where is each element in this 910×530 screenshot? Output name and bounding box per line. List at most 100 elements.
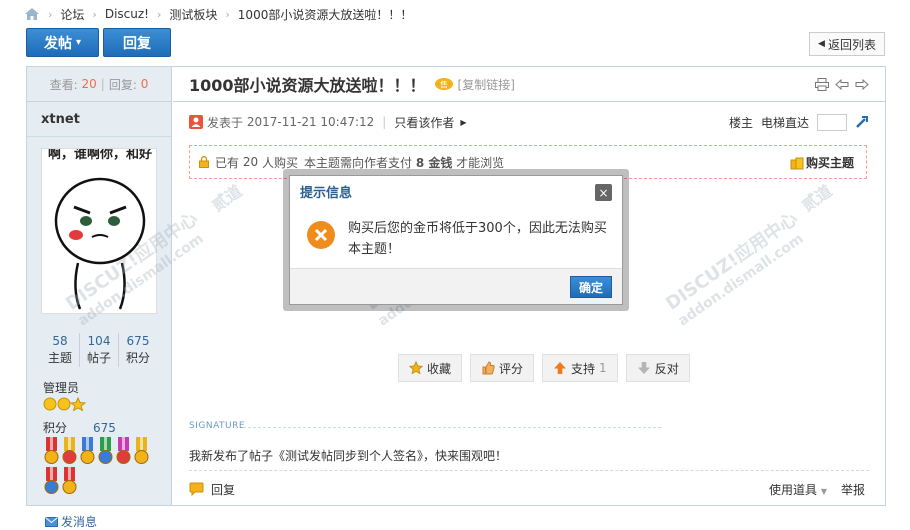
send-message-label: 发消息 [61,515,98,529]
alert-dialog: 提示信息 × 购买后您的金币将低于300个，因此无法购买本主题！ 确定 [283,169,629,311]
title-tools [815,78,869,91]
post-button-label: 发帖 [43,35,72,52]
prev-thread-icon[interactable] [835,78,849,91]
stat-number: 104 [87,334,111,348]
arrow-down-icon [637,362,650,374]
medal-icon[interactable] [79,437,96,466]
favorite-label: 收藏 [427,361,452,376]
breadcrumb-thread[interactable]: 1000部小说资源大放送啦！！！ [238,6,413,23]
support-label: 支持 [571,361,596,376]
stat-label: 帖子 [86,351,111,365]
lock-icon [199,156,209,168]
stat-number: 675 [126,334,150,348]
breadcrumb-separator: › [92,7,97,21]
user-stats: 58 主题 104 帖子 675 积分 [41,333,157,367]
views-count: 20 [81,77,97,91]
title-row: 1000部小说资源大放送啦！！！ 售 [复制链接] [173,67,885,102]
favorite-button[interactable]: 收藏 [398,354,463,382]
user-card-icon [189,115,203,129]
signature-text[interactable]: 我新发布了帖子《测试发帖同步到个人签名》，快来围观吧！ [189,447,507,464]
user-stat-points[interactable]: 675 积分 [118,333,157,367]
stat-number: 58 [52,334,68,348]
medal-icon[interactable] [61,437,78,466]
replies-label: 回复: [108,77,137,92]
replies-count: 0 [140,77,149,91]
medal-icon[interactable] [133,437,150,466]
send-message-link[interactable]: 发消息 [45,513,97,530]
signature-label: SIGNATURE [189,421,246,431]
breadcrumb-discuz[interactable]: Discuz! [105,7,149,21]
star-icon [409,361,423,375]
posted-prefix: 发表于 [207,115,244,130]
oppose-button[interactable]: 反对 [625,354,690,382]
envelope-icon [45,516,58,527]
rate-button[interactable]: 评分 [470,354,535,382]
alert-dialog-body: 提示信息 × 购买后您的金币将低于300个，因此无法购买本主题！ 确定 [289,175,623,305]
avatar[interactable]: 啊，谁啊你，和好 [41,148,157,314]
rate-label: 评分 [499,361,524,376]
buy-topic-label: 购买主题 [805,156,854,170]
breadcrumb-board[interactable]: 测试板块 [169,6,217,23]
post-footer: 回复 使用道具 ▼ 举报 [189,478,869,500]
thread-stats: 查看: 20 | 回复: 0 [27,67,171,102]
medal-icon[interactable] [43,437,60,466]
stat-label: 积分 [125,351,150,365]
only-author-link[interactable]: 只看该作者 [394,114,454,131]
points-label: 积分 [43,421,68,435]
floor-jump-input[interactable] [817,113,847,131]
hot-badge-icon: 售 [434,78,453,90]
error-icon [307,221,335,249]
elevator-label: 电梯直达 [760,115,809,130]
user-stat-posts[interactable]: 104 帖子 [79,333,118,367]
medal-icon[interactable] [43,467,60,496]
price-notice-pre: 本主题需向作者支付 [303,155,412,170]
breadcrumb-separator: › [156,7,162,21]
avatar-face-icon [54,177,146,310]
smiley-star-icon [43,397,87,411]
views-label: 查看: [49,77,78,92]
next-thread-icon[interactable] [855,78,869,91]
author-name[interactable]: xtnet [27,102,171,137]
bought-pre: 已有 [215,155,240,170]
medal-icon[interactable] [97,437,114,466]
report-link[interactable]: 举报 [841,481,865,498]
go-arrow-icon[interactable] [855,115,869,129]
reply-link[interactable]: 回复 [211,481,235,498]
copy-link[interactable]: [复制链接] [458,76,515,93]
thumb-icon [482,361,495,375]
svg-text:售: 售 [440,80,448,90]
price-notice-post: 才能浏览 [456,155,505,170]
points-row: 积分 675 [43,419,116,436]
posted-time: 2017-11-21 10:47:12 [246,115,375,129]
back-to-list-label: 返回列表 [827,37,876,52]
floor-label: 楼主 [728,115,753,130]
support-button[interactable]: 支持 1 [542,354,618,382]
user-stat-threads[interactable]: 58 主题 [41,333,79,367]
caret-right-icon: ▶ [460,117,467,127]
close-icon[interactable]: × [595,184,612,201]
print-icon[interactable] [815,78,829,91]
post-button[interactable]: 发帖 ▾ [26,28,99,57]
oppose-label: 反对 [654,361,679,376]
footer-tools: 使用道具 ▼ 举报 [769,478,865,500]
breadcrumb-forum[interactable]: 论坛 [60,6,84,23]
floor-nav: 楼主 电梯直达 [729,111,869,133]
reply-button[interactable]: 回复 [103,28,171,57]
dialog-content: 购买后您的金币将低于300个，因此无法购买本主题！ [306,218,616,260]
use-props-button[interactable]: 使用道具 ▼ [769,481,827,498]
chevron-down-icon: ▼ [820,486,827,496]
use-props-label: 使用道具 [768,482,817,497]
back-to-list-button[interactable]: ◀ 返回列表 [809,32,885,56]
medal-icon[interactable] [61,467,78,496]
home-icon[interactable] [24,7,40,21]
signature-divider [243,427,661,428]
avatar-caption: 啊，谁啊你，和好 [47,148,152,162]
bought-post: 人购买 [261,155,298,170]
dialog-title: 提示信息 [300,185,353,201]
medal-icon[interactable] [115,437,132,466]
coin-bag-icon [790,157,804,169]
thread-title: 1000部小说资源大放送啦！！！ [189,76,426,95]
user-group[interactable]: 管理员 [43,379,79,396]
buy-topic-button[interactable]: 购买主题 [790,154,854,171]
confirm-button[interactable]: 确定 [570,276,612,298]
